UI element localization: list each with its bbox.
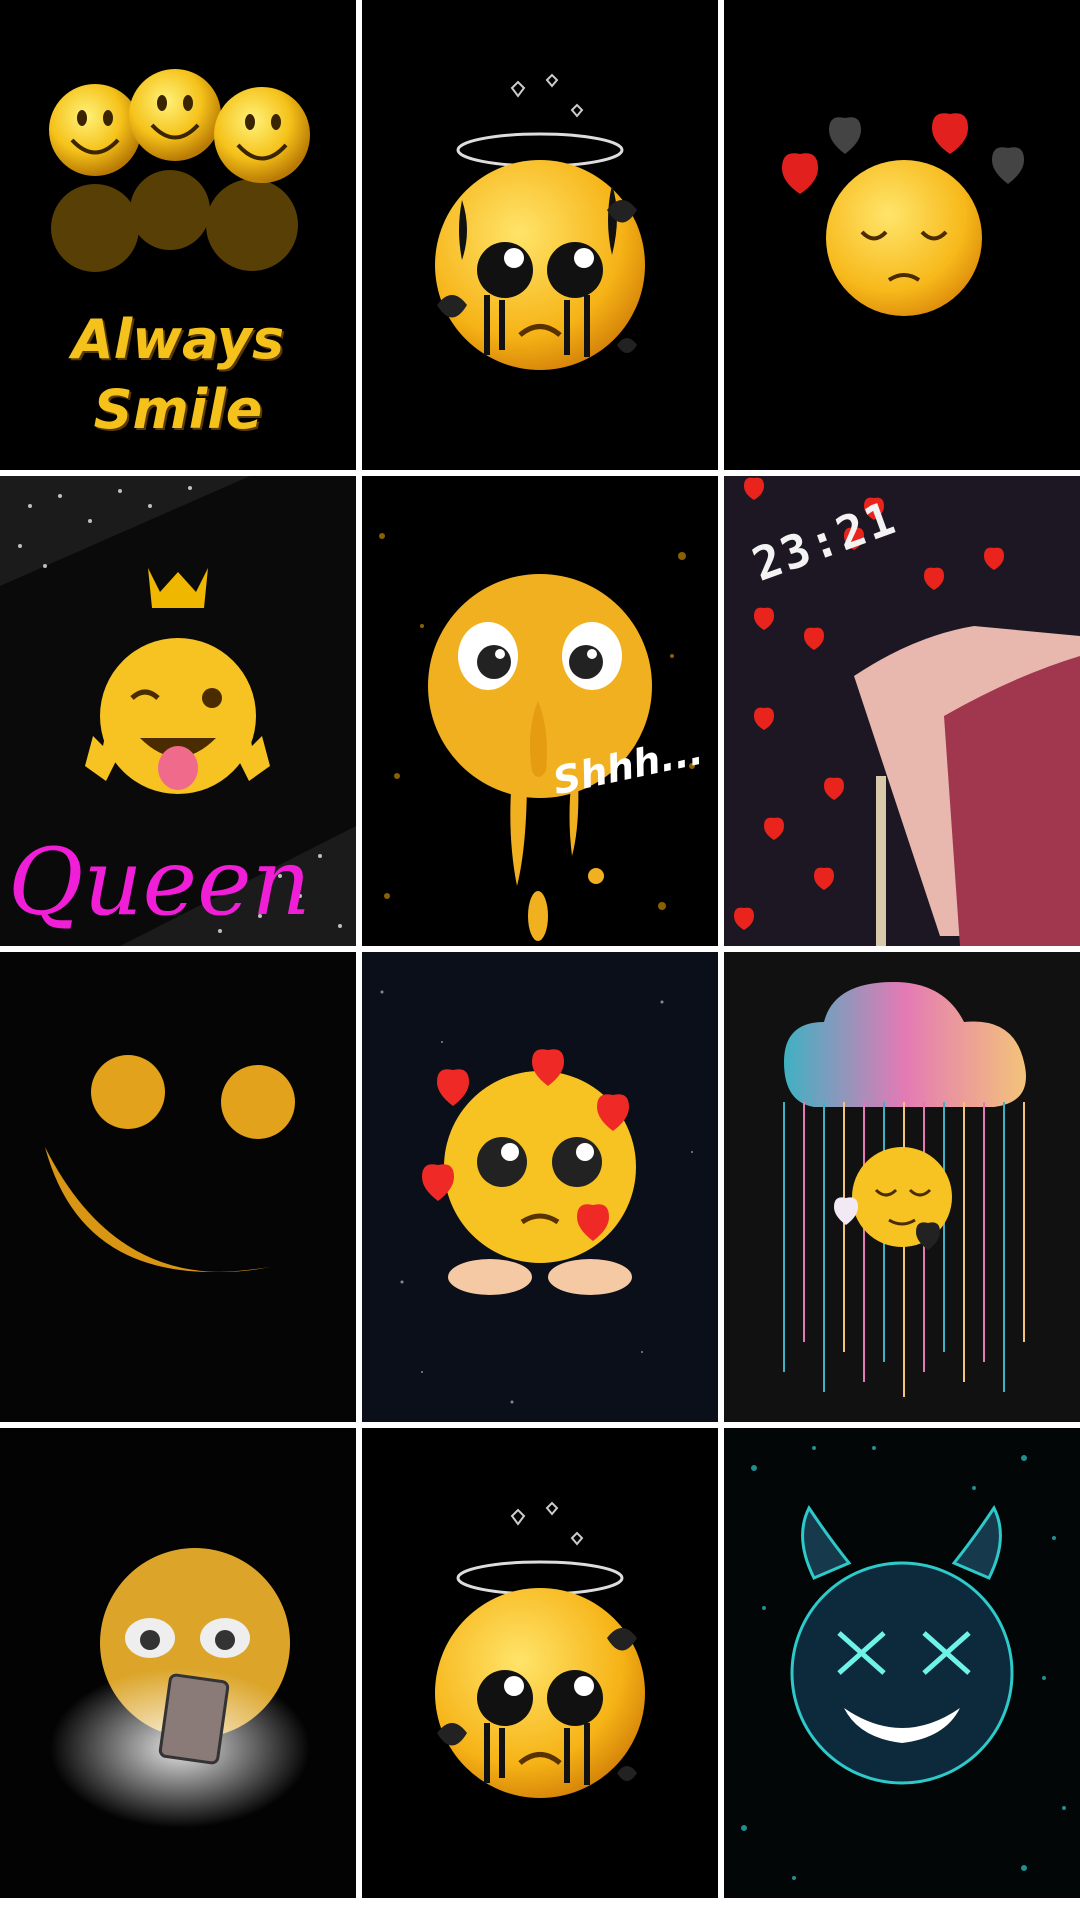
wallpaper-tile-shhh[interactable]: Shhh...: [362, 476, 718, 946]
wallpaper-tile-sad-hearts[interactable]: [724, 0, 1080, 470]
rain-cloud-emoji-icon: [783, 982, 1026, 1397]
wallpaper-tile-minimal-smile[interactable]: [0, 952, 356, 1422]
wallpaper-tile-always-smile[interactable]: Always Smile: [0, 0, 356, 470]
pensive-emoji-icon: [782, 113, 1024, 316]
smile-text: Smile: [93, 378, 263, 441]
queen-caption: Queen: [8, 829, 311, 936]
wallpaper-tile-hand-hearts[interactable]: 23:21: [724, 476, 1080, 946]
wallpaper-tile-blue-devil[interactable]: [724, 1428, 1080, 1898]
always-text: Always: [71, 308, 285, 371]
wallpaper-tile-rain-cloud[interactable]: [724, 952, 1080, 1422]
crying-halo-emoji-icon: [435, 73, 645, 370]
shushing-emoji-icon: [379, 533, 695, 941]
devil-emoji-icon: [741, 1446, 1066, 1880]
wallpaper-tile-phone-crying[interactable]: [0, 1428, 356, 1898]
phone-crying-emoji-icon: [50, 1548, 310, 1828]
crying-halo-emoji-icon: [435, 1501, 645, 1798]
wallpaper-tile-crying-halo-2[interactable]: [362, 1428, 718, 1898]
wallpaper-tile-crying-halo[interactable]: [362, 0, 718, 470]
pleading-emoji-icon: [380, 990, 693, 1404]
wallpaper-tile-queen[interactable]: Queen: [0, 476, 356, 946]
wallpaper-grid: Always Smile Queen Shhh... 23:21: [0, 0, 1080, 1920]
minimal-smile-icon: [45, 1055, 295, 1272]
wallpaper-tile-pleading-broken-hearts[interactable]: [362, 952, 718, 1422]
